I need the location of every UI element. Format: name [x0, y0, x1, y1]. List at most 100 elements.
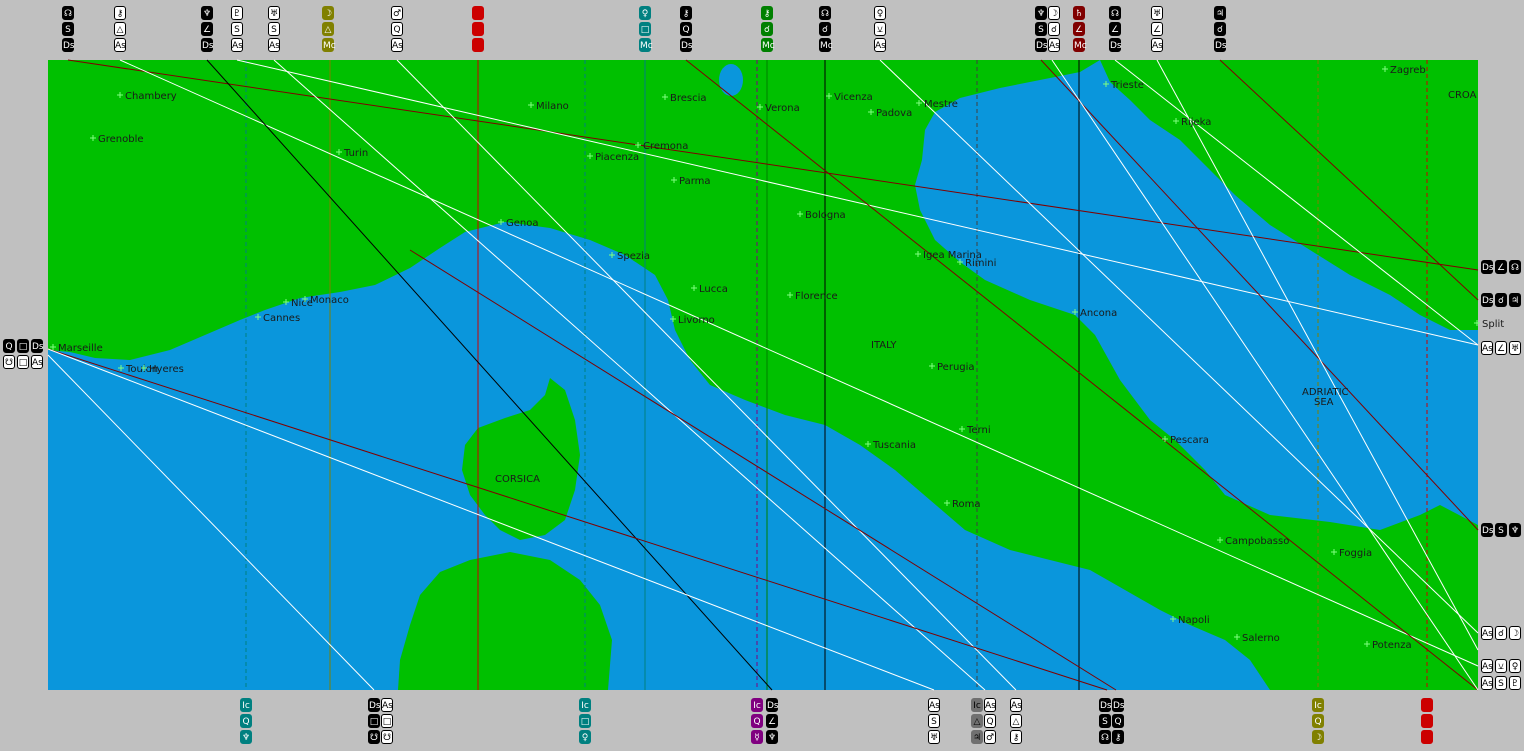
aspect-glyph-icon: As	[114, 38, 126, 52]
aspect-glyph-icon: S	[62, 22, 74, 36]
city-marker[interactable]: Tuscania	[865, 440, 916, 451]
aspect-glyph-icon: As	[1481, 626, 1493, 640]
city-label: Padova	[876, 108, 912, 119]
aspect-glyph-icon: ♅	[268, 6, 280, 20]
aspect-glyph-icon: ⚷	[761, 6, 773, 20]
city-marker[interactable]: Grenoble	[90, 134, 144, 145]
city-label: Potenza	[1372, 640, 1412, 651]
city-marker[interactable]: Chambery	[117, 91, 177, 102]
astro-map[interactable]: Chambery Grenoble Turin Milano Brescia Verona…	[0, 0, 1524, 751]
city-label: Brescia	[670, 93, 707, 104]
aspect-glyph-icon: ☽	[322, 6, 334, 20]
aspect-glyph-icon: ☌	[1495, 626, 1507, 640]
aspect-glyph-icon: ☊	[1099, 730, 1111, 744]
aspect-glyph-icon: ♃	[1214, 6, 1226, 20]
aspect-glyph-icon	[1421, 698, 1433, 712]
city-label: Salerno	[1242, 633, 1280, 644]
aspect-glyph-icon: As	[928, 698, 940, 712]
city-label: Spezia	[617, 251, 650, 262]
aspect-glyph-icon: Mc	[639, 38, 653, 52]
aspect-glyph-icon: Ds	[62, 38, 75, 52]
city-label: Terni	[966, 425, 991, 436]
aspect-glyph-icon: ♂	[984, 730, 996, 744]
aspect-glyph-icon	[472, 6, 484, 20]
aspect-glyph-icon: Mc	[819, 38, 833, 52]
aspect-glyph-icon: Q	[240, 714, 252, 728]
aspect-glyph-icon: As	[1010, 698, 1022, 712]
aspect-glyph-icon: ⚺	[874, 22, 886, 36]
aspect-glyph-icon: S	[1035, 22, 1047, 36]
aspect-glyph-icon: ☽	[1048, 6, 1060, 20]
aspect-glyph-icon: ♇	[1509, 676, 1521, 690]
city-label: Florence	[795, 291, 838, 302]
city-label: Split	[1482, 319, 1504, 330]
city-marker[interactable]: Florence	[787, 291, 838, 302]
aspect-glyph-icon: As	[1481, 341, 1493, 355]
aspect-glyph-icon: Ds	[1481, 523, 1494, 537]
aspect-glyph-icon: Ic	[971, 698, 983, 712]
city-marker[interactable]: Bologna	[797, 210, 846, 221]
aspect-glyph-icon: As	[1481, 676, 1493, 690]
city-label: Lucca	[699, 284, 728, 295]
aspect-glyph-icon: As	[381, 698, 393, 712]
aspect-glyph-icon: ☌	[819, 22, 831, 36]
aspect-glyph-icon: □	[17, 355, 29, 369]
city-marker[interactable]: Pescara	[1162, 435, 1209, 446]
aspect-glyph-icon: Ds	[201, 38, 214, 52]
aspect-glyph-icon: Ds	[1099, 698, 1112, 712]
aspect-glyph-icon: As	[268, 38, 280, 52]
city-label: Milano	[536, 101, 569, 112]
city-marker[interactable]: Marseille	[50, 343, 103, 354]
city-label: Marseille	[58, 343, 103, 354]
city-label: Hyeres	[149, 364, 184, 375]
city-label: Roma	[952, 499, 981, 510]
aspect-glyph-icon: As	[1481, 659, 1493, 673]
aspect-glyph-icon: ♄	[1073, 6, 1085, 20]
aspect-glyph-icon: ∠	[1109, 22, 1121, 36]
aspect-glyph-icon: As	[231, 38, 243, 52]
city-marker[interactable]: Split	[1474, 319, 1504, 330]
aspect-glyph-icon: ∠	[1495, 260, 1507, 274]
aspect-glyph-icon: Q	[391, 22, 403, 36]
aspect-glyph-icon: Ds	[766, 698, 779, 712]
aspect-glyph-icon: As	[984, 698, 996, 712]
city-marker[interactable]: Cremona	[635, 141, 688, 152]
aspect-glyph-icon: Q	[984, 714, 996, 728]
aspect-glyph-icon: As	[31, 355, 43, 369]
aspect-glyph-icon: Mc	[1073, 38, 1087, 52]
aspect-glyph-icon: ♃	[971, 730, 983, 744]
city-label: Parma	[679, 176, 711, 187]
aspect-glyph-icon: Ds	[1481, 293, 1494, 307]
city-marker[interactable]: Piacenza	[587, 152, 639, 163]
aspect-glyph-icon: ♆	[240, 730, 252, 744]
aspect-glyph-icon: ☽	[1312, 730, 1324, 744]
aspect-glyph-icon	[1421, 730, 1433, 744]
city-label: Piacenza	[595, 152, 639, 163]
city-marker[interactable]: Monaco	[302, 295, 349, 306]
city-label: Grenoble	[98, 134, 144, 145]
aspect-glyph-icon: □	[17, 339, 29, 353]
city-label: Verona	[765, 103, 800, 114]
city-label: Chambery	[125, 91, 177, 102]
aspect-glyph-icon: □	[381, 714, 393, 728]
city-label: Mestre	[924, 99, 958, 110]
aspect-glyph-icon: ∠	[1073, 22, 1085, 36]
aspect-glyph-icon: Ds	[1035, 38, 1048, 52]
aspect-glyph-icon: △	[114, 22, 126, 36]
city-label: Monaco	[310, 295, 349, 306]
city-label: Cannes	[263, 313, 300, 324]
aspect-glyph-icon: ☊	[819, 6, 831, 20]
city-marker[interactable]: Campobasso	[1217, 536, 1289, 547]
aspect-glyph-icon: Q	[680, 22, 692, 36]
region-label: CROA	[1448, 90, 1477, 101]
city-label: Perugia	[937, 362, 975, 373]
aspect-glyph-icon: Mc	[761, 38, 775, 52]
aspect-glyph-icon: S	[268, 22, 280, 36]
city-marker[interactable]: Potenza	[1364, 640, 1412, 651]
aspect-glyph-icon: ♆	[1035, 6, 1047, 20]
aspect-glyph-icon: ∠	[1151, 22, 1163, 36]
city-label: Rijeka	[1181, 117, 1211, 128]
aspect-glyph-icon: △	[322, 22, 334, 36]
aspect-glyph-icon: As	[874, 38, 886, 52]
aspect-glyph-icon	[472, 38, 484, 52]
